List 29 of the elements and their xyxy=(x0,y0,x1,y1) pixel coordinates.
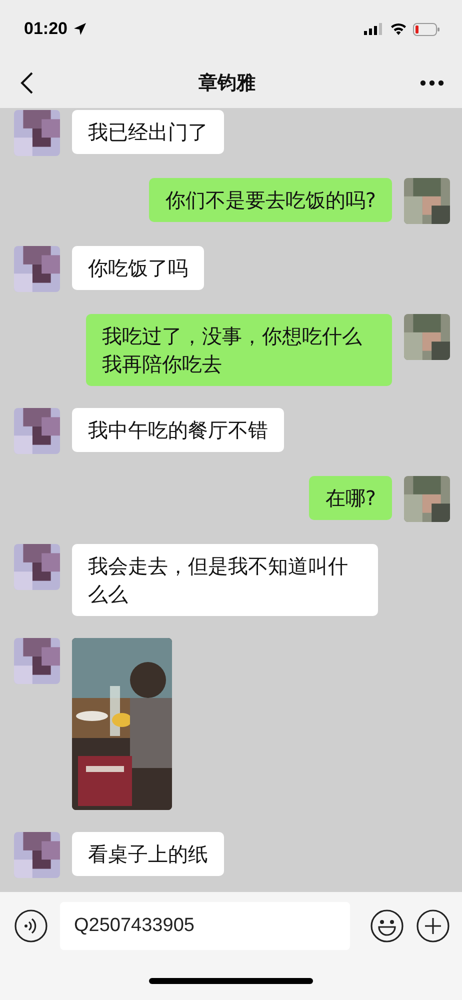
avatar[interactable] xyxy=(14,832,60,878)
avatar[interactable] xyxy=(14,638,60,684)
back-icon[interactable] xyxy=(20,71,34,95)
battery-icon xyxy=(413,22,440,36)
avatar[interactable] xyxy=(14,110,60,156)
message-bubble: 我会走去，但是我不知道叫什么么 xyxy=(72,544,378,616)
message-bubble: 我已经出门了 xyxy=(72,110,224,154)
chat-title: 章钧雅 xyxy=(198,71,256,96)
message-bubble: 我中午吃的餐厅不错 xyxy=(72,408,284,452)
avatar[interactable] xyxy=(404,178,450,224)
message-bubble: 看桌子上的纸 xyxy=(72,832,224,876)
message-bubble: 在哪? xyxy=(309,476,392,520)
avatar[interactable] xyxy=(404,314,450,360)
status-time: 01:20 xyxy=(24,19,68,39)
avatar[interactable] xyxy=(404,476,450,522)
message-bubble: 我吃过了，没事，你想吃什么我再陪你吃去 xyxy=(86,314,392,386)
avatar[interactable] xyxy=(14,246,60,292)
location-arrow-icon xyxy=(73,22,88,36)
add-icon[interactable] xyxy=(416,909,450,943)
wifi-icon xyxy=(390,23,407,35)
avatar[interactable] xyxy=(14,544,60,590)
more-icon[interactable] xyxy=(420,80,444,86)
emoji-icon[interactable] xyxy=(370,909,404,943)
message-input[interactable]: Q2507433905 xyxy=(60,902,350,950)
voice-icon[interactable] xyxy=(14,909,48,943)
message-bubble: 你吃饭了吗 xyxy=(72,246,204,290)
avatar[interactable] xyxy=(14,408,60,454)
signal-icon xyxy=(364,23,384,35)
message-bubble: 你们不是要去吃饭的吗? xyxy=(149,178,392,222)
